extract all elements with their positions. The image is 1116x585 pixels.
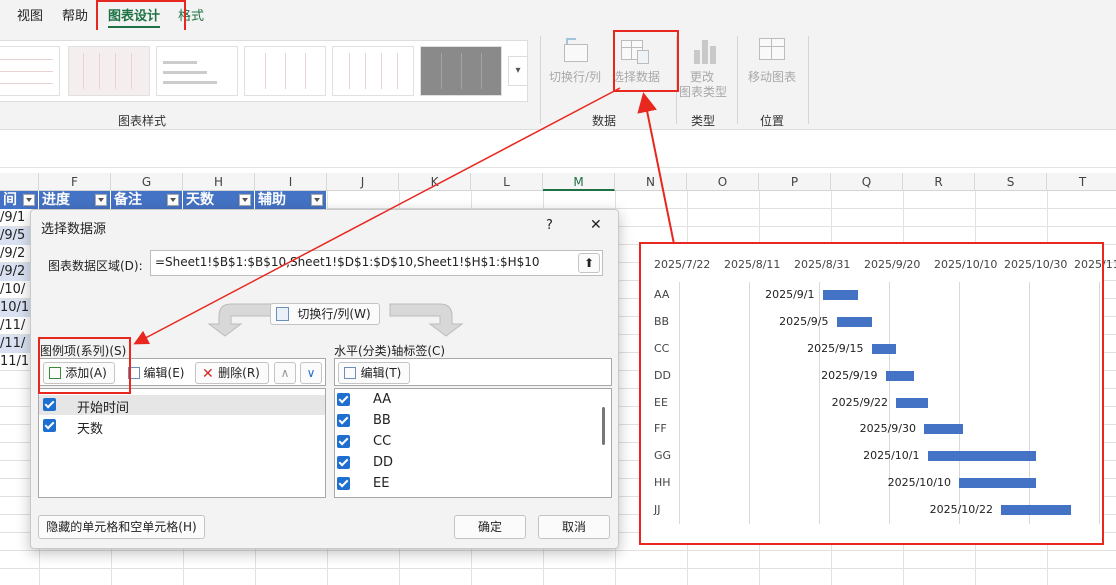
column-header[interactable]: K bbox=[399, 173, 471, 191]
table-header-cell[interactable]: 天数 bbox=[183, 191, 255, 209]
column-header[interactable]: N bbox=[615, 173, 687, 191]
ok-button[interactable]: 确定 bbox=[454, 515, 526, 539]
menu-view[interactable]: 视图 bbox=[17, 5, 43, 24]
highlight-chart bbox=[639, 242, 1104, 545]
collapse-range-icon[interactable]: ⬆ bbox=[578, 253, 600, 273]
highlight-legend-add bbox=[38, 337, 131, 394]
category-name: EE bbox=[373, 476, 390, 491]
chart-style-thumb[interactable] bbox=[332, 46, 414, 96]
change-chart-type-label[interactable]: 图表类型 bbox=[679, 85, 727, 100]
move-chart-icon bbox=[757, 36, 789, 66]
filter-dropdown-icon[interactable] bbox=[167, 194, 179, 206]
switch-row-col-dialog-button[interactable]: 切换行/列(W) bbox=[270, 303, 380, 325]
move-down-button[interactable]: ∨ bbox=[300, 362, 322, 384]
column-header[interactable]: L bbox=[471, 173, 543, 191]
category-name: AA bbox=[373, 392, 392, 407]
column-header[interactable]: H bbox=[183, 173, 255, 191]
column-header-row: F G H I J K L M N O P Q R S T bbox=[0, 173, 1116, 191]
edit-axis-labels-button[interactable]: 编辑(T) bbox=[338, 362, 410, 384]
column-header[interactable]: M bbox=[543, 173, 615, 191]
series-list[interactable]: 开始时间 天数 bbox=[38, 388, 326, 498]
change-chart-type-icon bbox=[690, 36, 718, 66]
group-separator bbox=[808, 36, 809, 124]
column-header[interactable]: S bbox=[975, 173, 1047, 191]
ribbon: ▾ 图表样式 切换行/列 选择数据 更改 图表类型 移动图表 数据 类型 位置 bbox=[0, 30, 1116, 130]
right-arrow-icon bbox=[389, 303, 464, 337]
highlight-select-data bbox=[613, 30, 679, 92]
category-checkbox[interactable] bbox=[337, 414, 350, 427]
change-chart-type-label[interactable]: 更改 bbox=[690, 70, 714, 85]
move-up-button[interactable]: ∧ bbox=[274, 362, 296, 384]
column-header[interactable]: O bbox=[687, 173, 759, 191]
formula-bar-area bbox=[0, 130, 1116, 168]
chart-styles-group-label: 图表样式 bbox=[118, 114, 167, 128]
filter-dropdown-icon[interactable] bbox=[95, 194, 107, 206]
delete-series-button[interactable]: ✕ 删除(R) bbox=[195, 362, 269, 384]
cancel-button[interactable]: 取消 bbox=[538, 515, 610, 539]
chart-style-thumb[interactable] bbox=[244, 46, 326, 96]
table-header-cell[interactable]: 辅助 bbox=[255, 191, 327, 209]
group-separator bbox=[540, 36, 541, 124]
category-name: CC bbox=[373, 434, 392, 449]
edit-series-button[interactable]: 编辑(E) bbox=[123, 362, 191, 384]
chart-style-thumb[interactable] bbox=[420, 46, 502, 96]
column-header[interactable]: R bbox=[903, 173, 975, 191]
type-group-label: 类型 bbox=[691, 114, 716, 128]
axis-labels-label: 水平(分类)轴标签(C) bbox=[334, 344, 446, 358]
filter-dropdown-icon[interactable] bbox=[239, 194, 251, 206]
help-button[interactable]: ? bbox=[546, 218, 553, 233]
column-header[interactable]: F bbox=[39, 173, 111, 191]
category-list[interactable]: AA BB CC DD EE bbox=[334, 388, 612, 498]
scrollbar-thumb[interactable] bbox=[602, 407, 605, 445]
switch-row-col-icon bbox=[560, 36, 592, 64]
switch-icon bbox=[276, 307, 289, 321]
move-chart-button[interactable]: 移动图表 bbox=[748, 70, 796, 85]
chart-style-thumb[interactable] bbox=[0, 46, 60, 96]
table-header-cell[interactable]: 进度 bbox=[39, 191, 111, 209]
filter-dropdown-icon[interactable] bbox=[23, 194, 35, 206]
chart-style-thumb[interactable] bbox=[68, 46, 150, 96]
hidden-empty-cells-button[interactable]: 隐藏的单元格和空单元格(H) bbox=[38, 515, 205, 539]
series-name: 天数 bbox=[77, 422, 104, 437]
table-header-cell[interactable]: 间 bbox=[0, 191, 39, 209]
category-name: BB bbox=[373, 413, 391, 428]
column-header[interactable]: P bbox=[759, 173, 831, 191]
column-header[interactable]: G bbox=[111, 173, 183, 191]
chart-style-thumb[interactable] bbox=[156, 46, 238, 96]
category-checkbox[interactable] bbox=[337, 456, 350, 469]
column-header[interactable]: J bbox=[327, 173, 399, 191]
category-checkbox[interactable] bbox=[337, 435, 350, 448]
range-label: 图表数据区域(D): bbox=[48, 259, 143, 273]
category-checkbox[interactable] bbox=[337, 477, 350, 490]
edit-icon bbox=[344, 367, 356, 379]
table-header-cell[interactable]: 备注 bbox=[111, 191, 183, 209]
group-separator bbox=[737, 36, 738, 124]
close-button[interactable]: ✕ bbox=[590, 217, 602, 233]
column-header[interactable]: T bbox=[1047, 173, 1116, 191]
switch-row-col-button[interactable]: 切换行/列 bbox=[549, 70, 601, 85]
column-header[interactable]: I bbox=[255, 173, 327, 191]
menu-help[interactable]: 帮助 bbox=[62, 5, 88, 24]
delete-icon: ✕ bbox=[202, 366, 214, 382]
filter-dropdown-icon[interactable] bbox=[311, 194, 323, 206]
series-name: 开始时间 bbox=[77, 401, 130, 416]
gallery-more-button[interactable]: ▾ bbox=[508, 56, 528, 86]
dialog-title: 选择数据源 bbox=[41, 222, 107, 237]
location-group-label: 位置 bbox=[760, 114, 785, 128]
series-checkbox[interactable] bbox=[43, 419, 56, 432]
chart-data-range-input[interactable]: =Sheet1!$B$1:$B$10,Sheet1!$D$1:$D$10,She… bbox=[150, 250, 603, 276]
data-group-label: 数据 bbox=[592, 114, 617, 128]
category-checkbox[interactable] bbox=[337, 393, 350, 406]
category-name: DD bbox=[373, 455, 394, 470]
column-header[interactable]: Q bbox=[831, 173, 903, 191]
series-checkbox[interactable] bbox=[43, 398, 56, 411]
